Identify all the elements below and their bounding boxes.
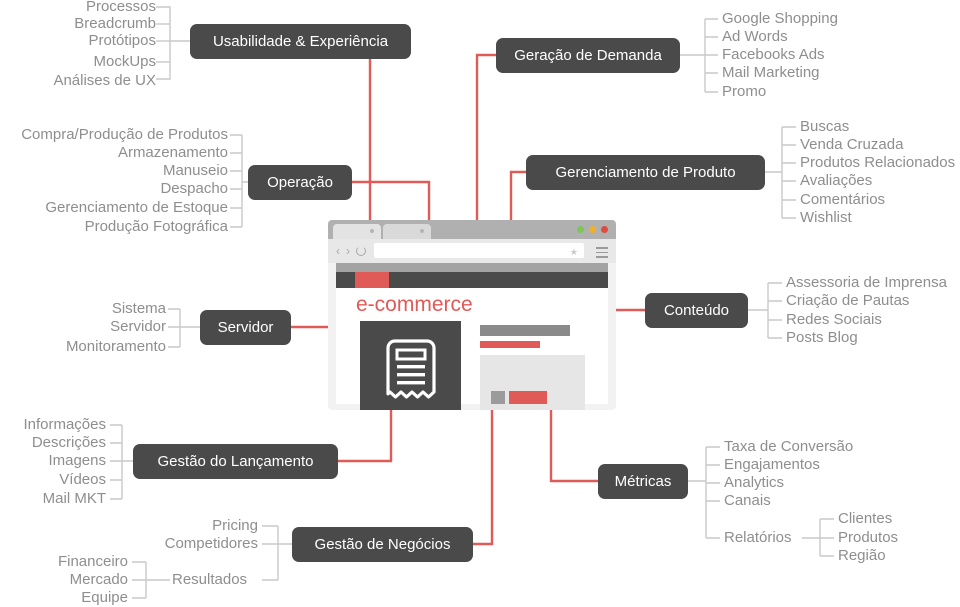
leaf-label: Google Shopping bbox=[722, 10, 838, 27]
leaf-label: Produtos Relacionados bbox=[800, 154, 956, 171]
node-conteudo[interactable]: Conteúdo bbox=[645, 293, 748, 328]
minimize-dot-icon[interactable] bbox=[577, 226, 584, 233]
node-gestao-lancamento[interactable]: Gestão do Lançamento bbox=[133, 444, 338, 479]
leaf-label: Promo bbox=[722, 83, 767, 100]
site-logo-block bbox=[355, 272, 389, 288]
node-label: Gestão de Negócios bbox=[314, 536, 451, 553]
leaf-label: Armazenamento bbox=[117, 144, 228, 161]
browser-viewport: e-commerce bbox=[336, 263, 608, 410]
node-label: Operação bbox=[267, 174, 333, 191]
leaf-label: Posts Blog bbox=[786, 329, 858, 346]
leaf-label: Relatórios bbox=[724, 529, 792, 546]
traffic-lights bbox=[577, 226, 608, 233]
leaf-label: Compra/Produção de Produtos bbox=[21, 126, 228, 143]
leaf-label: Analytics bbox=[724, 474, 785, 491]
leaf-label: Informações bbox=[23, 416, 106, 433]
address-bar-input[interactable]: ★ bbox=[374, 243, 584, 258]
leaf-label: Pricing bbox=[212, 517, 258, 534]
leaf-label: Sistema bbox=[111, 300, 166, 317]
browser-mockup: ‹ › ★ e-commerce bbox=[328, 220, 616, 410]
leaf-label: Despacho bbox=[160, 180, 228, 197]
leaf-label: Comentários bbox=[800, 191, 886, 208]
node-label: Gestão do Lançamento bbox=[157, 453, 314, 470]
leaf-label: Manuseio bbox=[162, 162, 228, 179]
subleaf-label: Financeiro bbox=[57, 553, 128, 570]
forward-arrow-icon[interactable]: › bbox=[346, 244, 350, 258]
leaf-label: Imagens bbox=[48, 452, 106, 469]
leaf-label: Monitoramento bbox=[65, 338, 166, 355]
node-metricas[interactable]: Métricas bbox=[598, 464, 688, 499]
leaf-label: Mail MKT bbox=[42, 490, 106, 507]
node-usabilidade[interactable]: Usabilidade & Experiência bbox=[190, 24, 411, 59]
close-dot-icon[interactable] bbox=[601, 226, 608, 233]
content-bar-red bbox=[480, 341, 540, 348]
node-label: Servidor bbox=[217, 319, 274, 336]
site-title: e-commerce bbox=[356, 293, 473, 316]
receipt-icon-glyph bbox=[385, 338, 436, 399]
navigation-controls: ‹ › bbox=[336, 244, 366, 258]
browser-tab[interactable] bbox=[333, 224, 381, 239]
leaf-label: Descrições bbox=[31, 434, 106, 451]
hamburger-menu-icon[interactable] bbox=[596, 247, 608, 261]
subleaf-label: Produtos bbox=[838, 529, 899, 546]
leaf-label: Protótipos bbox=[88, 32, 156, 49]
subleaf-label: Equipe bbox=[81, 589, 128, 606]
leaf-label: Breadcrumb bbox=[74, 15, 156, 32]
leaf-label: Facebooks Ads bbox=[722, 46, 825, 63]
leaf-label: Competidores bbox=[164, 535, 258, 552]
leaf-label: Gerenciamento de Estoque bbox=[45, 199, 228, 216]
leaf-label: Ad Words bbox=[722, 28, 788, 45]
mindmap-diagram: Processos Breadcrumb Protótipos MockUps … bbox=[0, 0, 960, 607]
node-label: Usabilidade & Experiência bbox=[212, 33, 389, 50]
subleaf-label: Clientes bbox=[838, 510, 893, 527]
cta-button-block[interactable] bbox=[509, 391, 547, 404]
leaf-label: Criação de Pautas bbox=[786, 292, 910, 309]
leaf-label: Processos bbox=[85, 0, 156, 15]
leaf-label: Taxa de Conversão bbox=[724, 438, 854, 455]
leaf-label: Vídeos bbox=[59, 471, 106, 488]
reload-icon[interactable] bbox=[356, 246, 366, 256]
node-operacao[interactable]: Operação bbox=[248, 165, 352, 200]
leaf-label: Canais bbox=[724, 492, 771, 509]
node-label: Conteúdo bbox=[663, 302, 730, 319]
leaf-label: Assessoria de Imprensa bbox=[786, 274, 947, 291]
leaf-label: Redes Sociais bbox=[786, 311, 882, 328]
leaf-label: MockUps bbox=[93, 53, 156, 70]
close-icon[interactable] bbox=[370, 229, 374, 233]
subleaf-label: Região bbox=[838, 547, 886, 564]
node-label: Métricas bbox=[614, 473, 672, 490]
leaf-label: Buscas bbox=[800, 118, 850, 135]
browser-navbar: ‹ › ★ bbox=[328, 239, 616, 263]
back-arrow-icon[interactable]: ‹ bbox=[336, 244, 340, 258]
leaf-label: Venda Cruzada bbox=[800, 136, 904, 153]
browser-tab[interactable] bbox=[383, 224, 431, 239]
close-icon[interactable] bbox=[420, 229, 424, 233]
subleaf-label: Mercado bbox=[69, 571, 128, 588]
leaf-label: Produção Fotográfica bbox=[84, 218, 228, 235]
node-label: Gerenciamento de Produto bbox=[555, 164, 736, 181]
node-servidor[interactable]: Servidor bbox=[200, 310, 291, 345]
node-gerenciamento-produto[interactable]: Gerenciamento de Produto bbox=[526, 155, 765, 190]
site-topstrip bbox=[336, 263, 608, 272]
leaf-label: Engajamentos bbox=[724, 456, 820, 473]
document-icon bbox=[360, 321, 461, 410]
content-square-gray bbox=[491, 391, 505, 404]
bookmark-star-icon[interactable]: ★ bbox=[570, 247, 578, 258]
leaf-label: Avaliações bbox=[800, 172, 873, 189]
node-label: Geração de Demanda bbox=[514, 47, 662, 64]
leaf-label: Servidor bbox=[110, 318, 166, 335]
node-geracao-demanda[interactable]: Geração de Demanda bbox=[496, 38, 680, 73]
maximize-dot-icon[interactable] bbox=[589, 226, 596, 233]
node-gestao-negocios[interactable]: Gestão de Negócios bbox=[292, 527, 473, 562]
leaf-label: Análises de UX bbox=[53, 72, 156, 89]
content-bar-gray bbox=[480, 325, 570, 336]
leaf-label: Resultados bbox=[172, 571, 248, 588]
leaf-label: Wishlist bbox=[800, 209, 852, 226]
leaf-label: Mail Marketing bbox=[722, 64, 820, 81]
